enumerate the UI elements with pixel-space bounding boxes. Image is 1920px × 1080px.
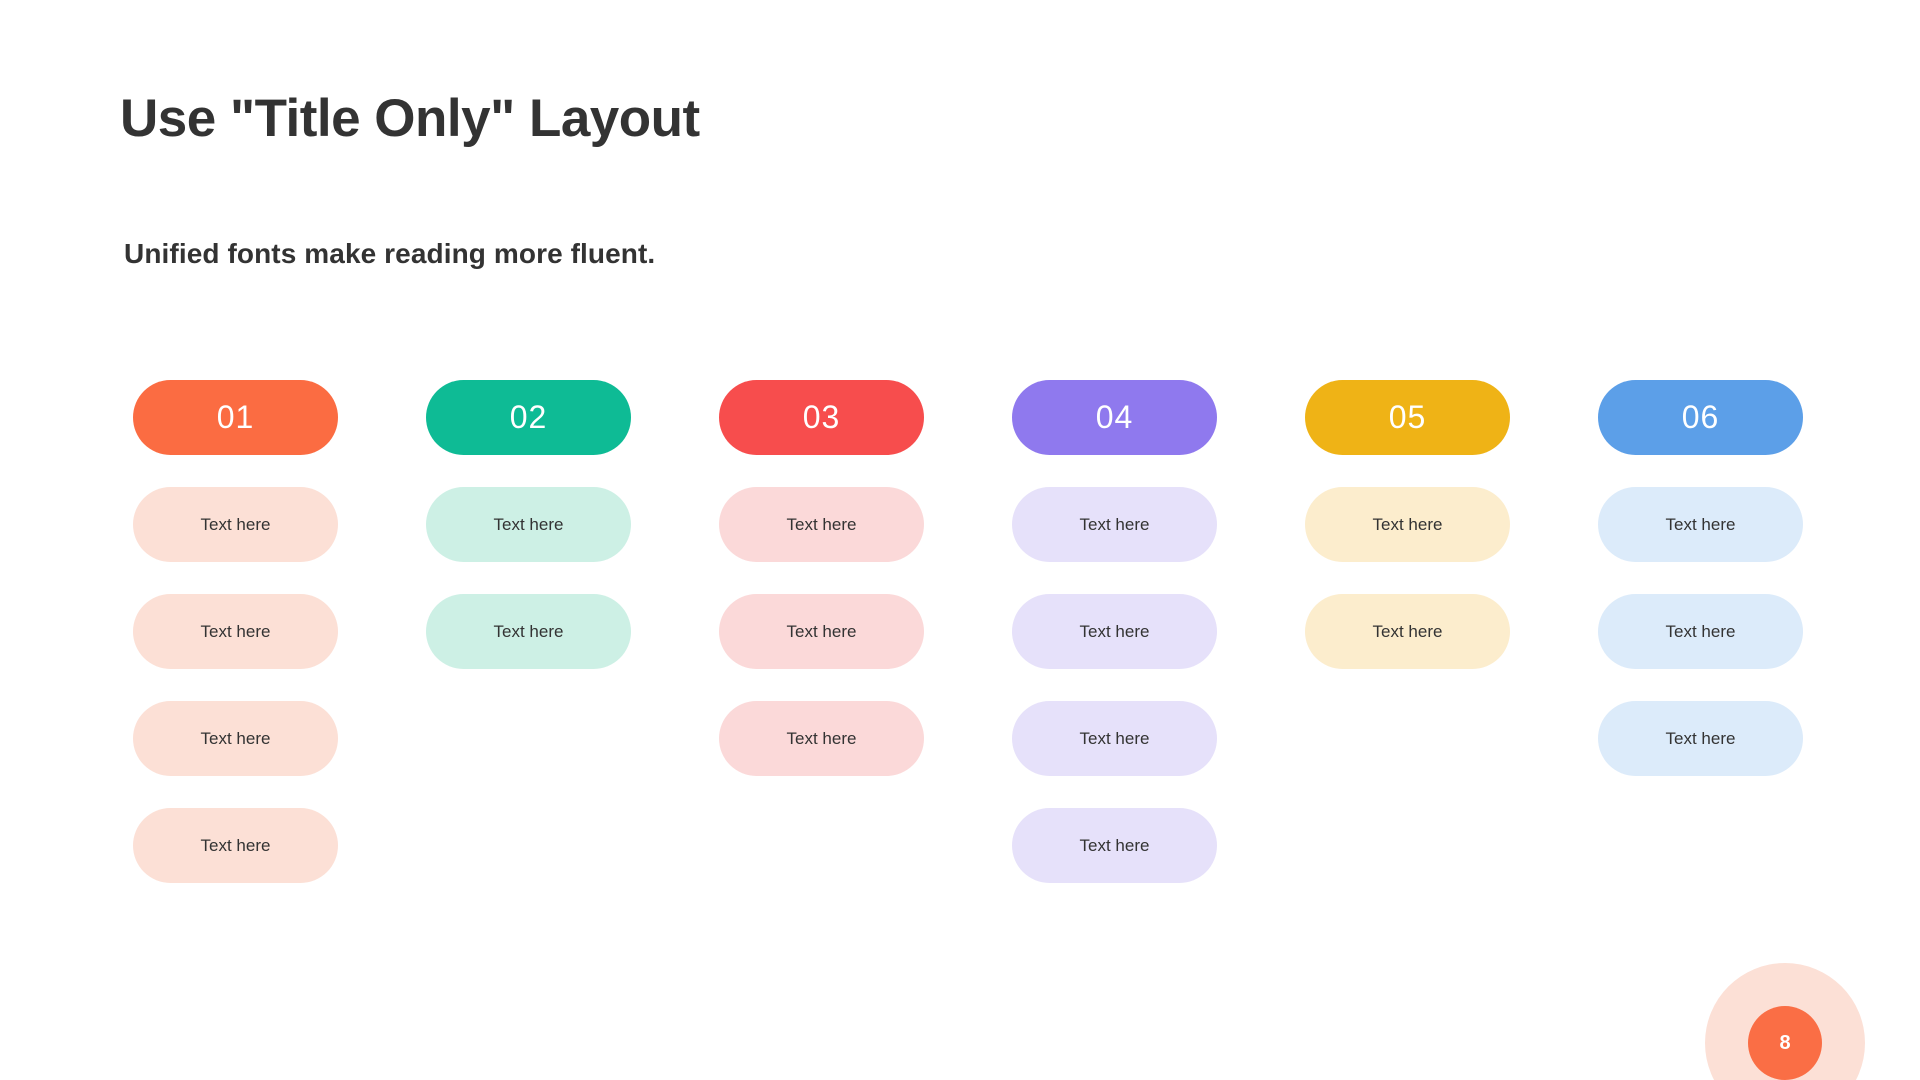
text-pill[interactable]: Text here — [426, 594, 631, 669]
pill-column-03: 03 Text here Text here Text here — [719, 380, 924, 883]
text-pill[interactable]: Text here — [1598, 487, 1803, 562]
text-pill[interactable]: Text here — [426, 487, 631, 562]
pill-column-06: 06 Text here Text here Text here — [1598, 380, 1803, 883]
pill-column-02: 02 Text here Text here — [426, 380, 631, 883]
text-pill[interactable]: Text here — [1598, 701, 1803, 776]
column-header-pill-03[interactable]: 03 — [719, 380, 924, 455]
text-pill[interactable]: Text here — [1012, 594, 1217, 669]
text-pill[interactable]: Text here — [133, 487, 338, 562]
text-pill[interactable]: Text here — [1012, 487, 1217, 562]
page-subtitle: Unified fonts make reading more fluent. — [124, 238, 656, 269]
text-pill[interactable]: Text here — [719, 701, 924, 776]
text-pill[interactable]: Text here — [719, 487, 924, 562]
text-pill[interactable]: Text here — [1012, 701, 1217, 776]
column-header-pill-04[interactable]: 04 — [1012, 380, 1217, 455]
pill-column-01: 01 Text here Text here Text here Text here — [133, 380, 338, 883]
text-pill[interactable]: Text here — [133, 808, 338, 883]
column-header-pill-06[interactable]: 06 — [1598, 380, 1803, 455]
pill-columns-container: 01 Text here Text here Text here Text here 02… — [133, 380, 1803, 883]
text-pill[interactable]: Text here — [1012, 808, 1217, 883]
pill-column-05: 05 Text here Text here — [1305, 380, 1510, 883]
text-pill[interactable]: Text here — [1305, 487, 1510, 562]
page-number-value: 8 — [1748, 1006, 1822, 1080]
page-number-badge: 8 — [1705, 963, 1865, 1080]
column-header-pill-02[interactable]: 02 — [426, 380, 631, 455]
column-header-pill-01[interactable]: 01 — [133, 380, 338, 455]
pill-column-04: 04 Text here Text here Text here Text here — [1012, 380, 1217, 883]
text-pill[interactable]: Text here — [719, 594, 924, 669]
slide-canvas: Use "Title Only" Layout Unified fonts ma… — [0, 0, 1920, 1080]
text-pill[interactable]: Text here — [133, 701, 338, 776]
text-pill[interactable]: Text here — [1305, 594, 1510, 669]
page-title: Use "Title Only" Layout — [120, 89, 700, 148]
text-pill[interactable]: Text here — [1598, 594, 1803, 669]
text-pill[interactable]: Text here — [133, 594, 338, 669]
column-header-pill-05[interactable]: 05 — [1305, 380, 1510, 455]
